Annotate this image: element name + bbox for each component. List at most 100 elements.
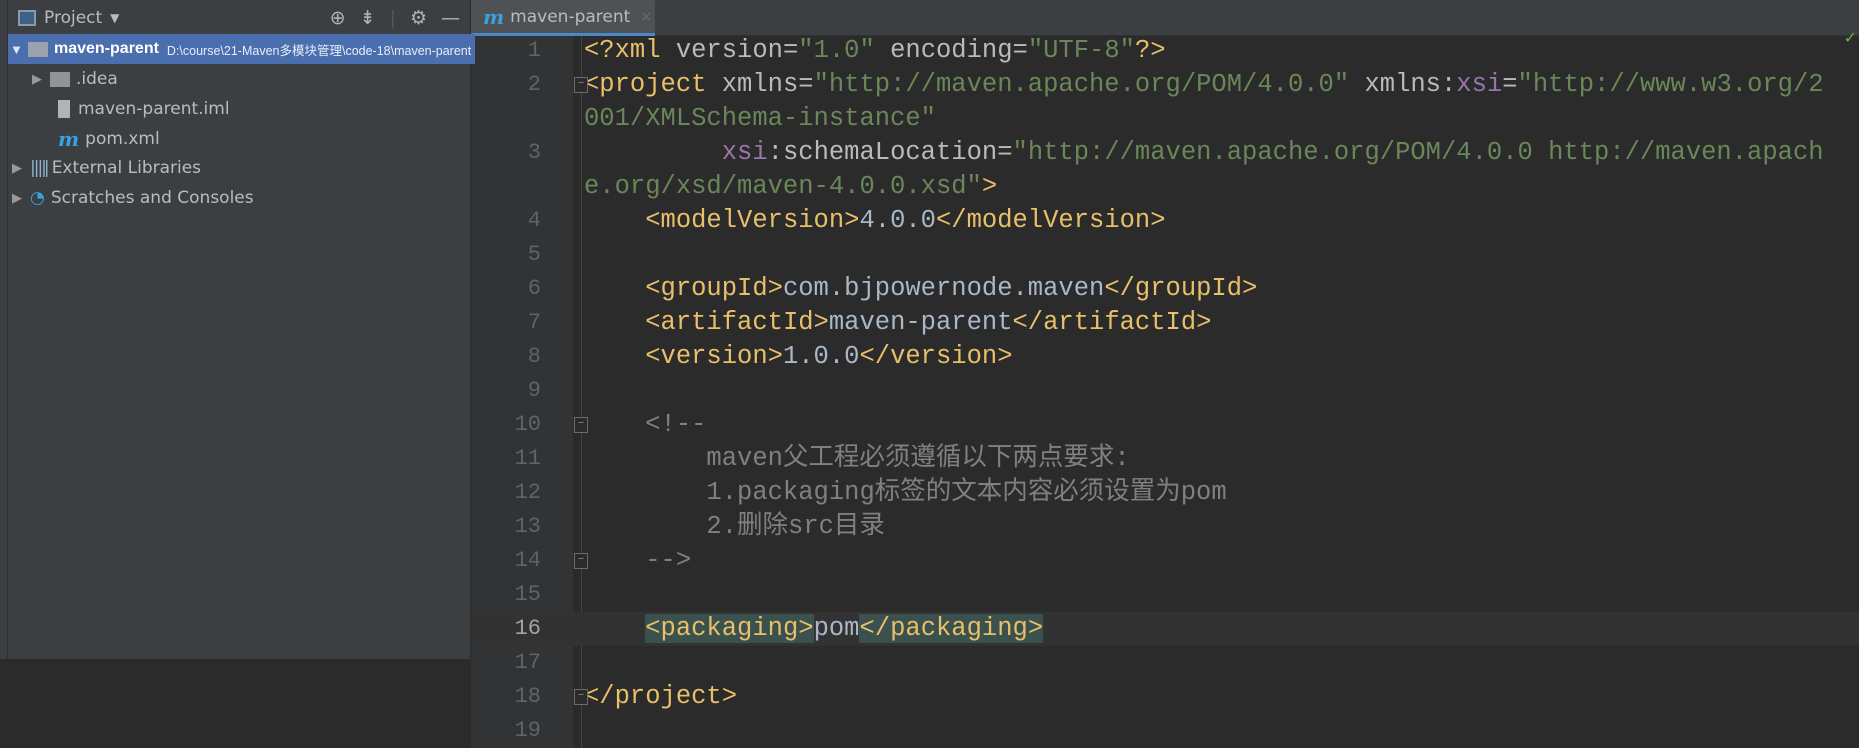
line-number: 8	[527, 344, 541, 369]
code-line[interactable]: 19 ​	[471, 714, 1859, 748]
project-view-icon	[18, 10, 36, 26]
tree-item-external-libraries[interactable]: ▶ |||‖ External Libraries	[12, 153, 201, 183]
line-number: 5	[527, 242, 541, 267]
line-number: 12	[514, 480, 541, 505]
tree-item-pom[interactable]: m pom.xml	[58, 124, 160, 154]
code-text: ​	[584, 238, 1835, 272]
code-text: <modelVersion>4.0.0</modelVersion>	[645, 206, 1166, 235]
divider: |	[389, 7, 396, 29]
expand-arrow-icon[interactable]: ▶	[12, 161, 30, 176]
code-text: ​	[584, 374, 1835, 408]
chevron-down-icon[interactable]: ▼	[110, 11, 119, 25]
maven-icon: m	[483, 4, 505, 29]
code-line[interactable]: 7 <artifactId>maven-parent</artifactId>	[471, 306, 1859, 340]
code-line[interactable]: 4 <modelVersion>4.0.0</modelVersion>	[471, 204, 1859, 238]
code-text: <artifactId>maven-parent</artifactId>	[645, 308, 1212, 337]
fold-marker-icon[interactable]: −	[574, 417, 588, 433]
expand-arrow-icon[interactable]: ▼	[10, 42, 28, 57]
library-icon: |||‖	[30, 158, 50, 178]
tool-window-strip	[0, 0, 8, 659]
item-name: .idea	[76, 69, 118, 89]
file-icon	[58, 100, 70, 118]
code-text: ​	[584, 578, 1835, 612]
code-text: <version>1.0.0</version>	[645, 342, 1013, 371]
code-text: 1.packaging标签的文本内容必须设置为pom	[584, 478, 1227, 507]
line-number: 7	[527, 310, 541, 335]
collapse-all-icon[interactable]: ⇟	[360, 7, 376, 29]
expand-arrow-icon[interactable]: ▶	[32, 72, 50, 87]
item-name: maven-parent	[54, 40, 159, 57]
code-line[interactable]: 11 maven父工程必须遵循以下两点要求:	[471, 442, 1859, 476]
fold-marker-icon[interactable]: −	[574, 553, 588, 569]
code-line[interactable]: 13 2.删除src目录	[471, 510, 1859, 544]
code-text: ​	[584, 646, 1835, 680]
item-name: pom.xml	[85, 129, 160, 149]
scratches-icon: ◔	[30, 188, 45, 208]
code-text: <project xmlns="http://maven.apache.org/…	[584, 70, 1824, 133]
line-number: 2	[527, 72, 541, 97]
item-name: External Libraries	[51, 158, 202, 178]
project-view-selector[interactable]: Project	[44, 8, 102, 28]
code-line[interactable]: 10 − <!--	[471, 408, 1859, 442]
code-line[interactable]: 2 − <project xmlns="http://maven.apache.or…	[471, 68, 1859, 136]
minimize-icon[interactable]: —	[441, 7, 460, 29]
line-number: 13	[514, 514, 541, 539]
code-line[interactable]: 6 <groupId>com.bjpowernode.maven</groupI…	[471, 272, 1859, 306]
fold-marker-icon[interactable]: −	[574, 689, 588, 705]
tree-item-iml[interactable]: maven-parent.iml	[58, 94, 230, 124]
code-line[interactable]: 18 − </project>	[471, 680, 1859, 714]
code-line[interactable]: 9​	[471, 374, 1859, 408]
project-panel: Project ▼ ⊕ ⇟ | ⚙ — ▼ maven-parent D:\co…	[8, 0, 476, 659]
line-number: 10	[514, 412, 541, 437]
tree-item-idea[interactable]: ▶ .idea	[32, 64, 118, 94]
module-folder-icon	[28, 41, 48, 57]
line-number: 15	[514, 582, 541, 607]
line-number: 18	[514, 684, 541, 709]
editor-tab-bar: m maven-parent ×	[471, 0, 1859, 36]
code-line[interactable]: 12 1.packaging标签的文本内容必须设置为pom	[471, 476, 1859, 510]
code-text: xsi:schemaLocation="http://maven.apache.…	[584, 138, 1824, 201]
tree-item-maven-parent[interactable]: ▼ maven-parent D:\course\21-Maven多模块管理\c…	[8, 34, 476, 64]
code-text: <packaging>pom</packaging>	[645, 614, 1044, 643]
code-editor[interactable]: 1 <?xml version="1.0" encoding="UTF-8"?> 2…	[471, 28, 1859, 748]
code-line[interactable]: 3 xsi:schemaLocation="http://maven.apach…	[471, 136, 1859, 204]
line-number: 6	[527, 276, 541, 301]
folder-icon	[50, 71, 70, 87]
item-name: maven-parent.iml	[78, 99, 230, 119]
maven-icon: m	[58, 127, 80, 151]
code-line[interactable]: 1 <?xml version="1.0" encoding="UTF-8"?>	[471, 34, 1859, 68]
fold-marker-icon[interactable]: −	[574, 77, 588, 93]
code-text: <?xml version="1.0" encoding="UTF-8"?>	[584, 36, 1166, 65]
line-number: 19	[514, 718, 541, 743]
tab-label: maven-parent	[510, 6, 631, 27]
item-name: Scratches and Consoles	[50, 188, 254, 208]
code-line[interactable]: 5​	[471, 238, 1859, 272]
code-text: 2.删除src目录	[584, 512, 885, 541]
close-icon[interactable]: ×	[640, 9, 652, 25]
item-path: D:\course\21-Maven多模块管理\code-18\maven-pa…	[166, 43, 472, 58]
code-line[interactable]: 17 ​	[471, 646, 1859, 680]
code-text: <!--	[584, 410, 707, 439]
line-number: 4	[527, 208, 541, 233]
gear-icon[interactable]: ⚙	[410, 7, 427, 29]
code-text: -->	[584, 546, 692, 575]
line-number: 11	[514, 446, 541, 471]
locate-icon[interactable]: ⊕	[330, 7, 346, 29]
line-number: 9	[527, 378, 541, 403]
tree-item-scratches[interactable]: ▶ ◔ Scratches and Consoles	[12, 183, 254, 213]
expand-arrow-icon[interactable]: ▶	[12, 191, 30, 206]
code-line[interactable]: 14 − -->	[471, 544, 1859, 578]
code-line[interactable]: 15 ​	[471, 578, 1859, 612]
code-line[interactable]: 16 <packaging>pom</packaging>	[471, 612, 1859, 646]
line-number: 14	[514, 548, 541, 573]
code-text: ​	[584, 714, 1835, 748]
code-text: </project>	[584, 682, 738, 711]
tab-maven-parent[interactable]: m maven-parent ×	[471, 0, 655, 36]
check-icon: ✓	[1843, 28, 1857, 47]
code-line[interactable]: 8 <version>1.0.0</version>	[471, 340, 1859, 374]
line-number: 1	[527, 38, 541, 63]
line-number: 16	[514, 616, 541, 641]
code-text: <groupId>com.bjpowernode.maven</groupId>	[645, 274, 1258, 303]
code-text: maven父工程必须遵循以下两点要求:	[584, 444, 1130, 473]
line-number: 17	[514, 650, 541, 675]
